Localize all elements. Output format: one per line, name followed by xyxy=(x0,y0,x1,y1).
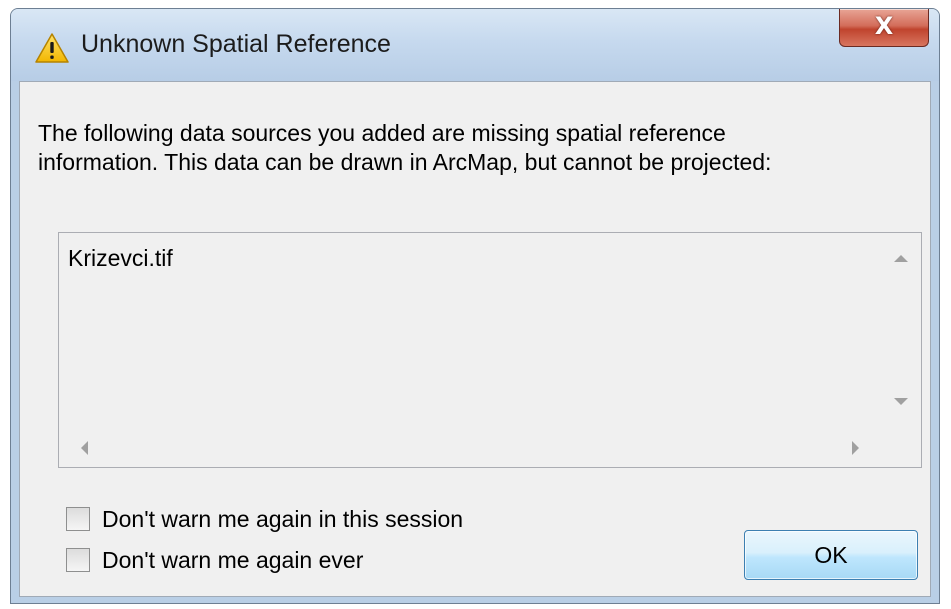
warn-session-option[interactable]: Don't warn me again in this session xyxy=(66,504,463,534)
warn-ever-label: Don't warn me again ever xyxy=(102,546,364,573)
dialog-body: The following data sources you added are… xyxy=(19,81,931,597)
scrollbar-corner xyxy=(881,429,921,467)
ok-button[interactable]: OK xyxy=(744,530,918,580)
warn-session-checkbox[interactable] xyxy=(66,507,90,531)
scroll-left-icon[interactable] xyxy=(81,441,88,455)
title-bar[interactable]: Unknown Spatial Reference X xyxy=(11,9,939,81)
warn-ever-checkbox[interactable] xyxy=(66,548,90,572)
message-line-2: information. This data can be drawn in A… xyxy=(38,149,772,175)
vertical-scrollbar[interactable] xyxy=(881,233,921,429)
scroll-down-icon[interactable] xyxy=(894,398,908,405)
close-button[interactable]: X xyxy=(839,9,929,47)
unknown-spatial-reference-dialog: Unknown Spatial Reference X The followin… xyxy=(10,8,940,604)
warn-session-label: Don't warn me again in this session xyxy=(102,505,464,532)
window-title: Unknown Spatial Reference xyxy=(81,30,391,58)
warn-ever-option[interactable]: Don't warn me again ever xyxy=(66,545,363,575)
message-line-1: The following data sources you added are… xyxy=(38,120,726,146)
scroll-up-icon[interactable] xyxy=(894,255,908,262)
data-sources-list[interactable]: Krizevci.tif xyxy=(58,232,922,468)
close-icon: X xyxy=(874,12,894,40)
warning-message: The following data sources you added are… xyxy=(38,119,918,177)
list-item[interactable]: Krizevci.tif xyxy=(68,245,173,272)
warning-icon xyxy=(35,33,69,63)
horizontal-scrollbar[interactable] xyxy=(59,429,881,467)
scroll-right-icon[interactable] xyxy=(852,441,859,455)
